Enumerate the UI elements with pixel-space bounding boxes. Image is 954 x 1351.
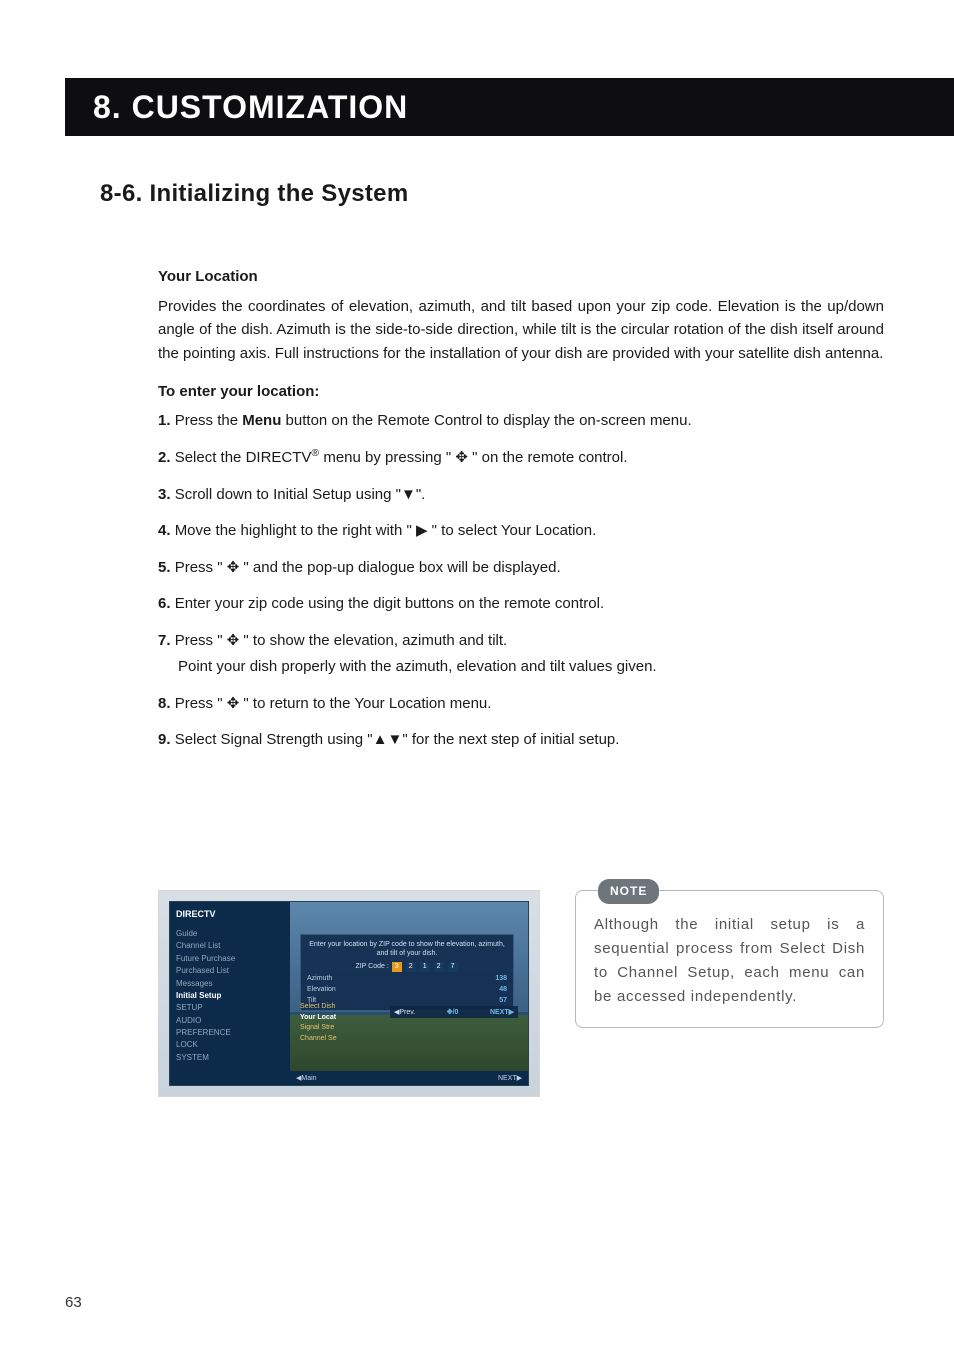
osd-zip-row: ZIP Code : 3 2 1 2 7 [307, 962, 507, 972]
note-text: Although the initial setup is a sequenti… [594, 916, 865, 1005]
osd-side-item: Channel List [176, 940, 284, 952]
section-title: 8-6. Initializing the System [100, 180, 884, 208]
osd-footer: ◀Main NEXT▶ [290, 1071, 528, 1085]
list-item: 8. Press " ✥ " to return to the Your Loc… [158, 693, 884, 716]
osd-zip-digit: 2 [434, 962, 444, 972]
subheading-your-location: Your Location [158, 268, 884, 285]
osd-submenu-item: Select Dish [300, 1002, 390, 1013]
list-item: 4. Move the highlight to the right with … [158, 520, 884, 543]
content-area: 8-6. Initializing the System Your Locati… [100, 180, 884, 766]
osd-side-item: SETUP [176, 1002, 284, 1014]
osd-submenu-item-selected: Your Locat [300, 1013, 390, 1024]
osd-row: Azimuth138 [307, 974, 507, 983]
osd-side-item-selected: Initial Setup [176, 990, 284, 1002]
osd-zip-digit: 2 [406, 962, 416, 972]
chapter-title: 8. CUSTOMIZATION [93, 89, 408, 126]
osd-dialog-text: Enter your location by ZIP code to show … [307, 940, 507, 958]
osd-side-item: PREFERENCE [176, 1027, 284, 1039]
note-box: NOTE Although the initial setup is a seq… [575, 890, 884, 1028]
osd-side-item: SYSTEM [176, 1052, 284, 1064]
document-page: 8. CUSTOMIZATION 8-6. Initializing the S… [0, 0, 954, 1351]
osd-zip-digit: 7 [448, 962, 458, 972]
list-item: 6. Enter your zip code using the digit b… [158, 593, 884, 616]
note-label: NOTE [598, 879, 659, 904]
osd-side-item: Future Purchase [176, 953, 284, 965]
osd-side-item: Guide [176, 928, 284, 940]
lower-row: DIRECTV Guide Channel List Future Purcha… [100, 890, 884, 1097]
list-item: 5. Press " ✥ " and the pop-up dialogue b… [158, 557, 884, 580]
osd-dialog: Enter your location by ZIP code to show … [300, 934, 514, 1011]
osd-side-item: AUDIO [176, 1015, 284, 1027]
osd-side-item: LOCK [176, 1039, 284, 1051]
osd-side-item: Messages [176, 978, 284, 990]
osd-zip-digit: 3 [392, 962, 402, 972]
list-item: 1. Press the Menu button on the Remote C… [158, 410, 884, 433]
list-item: 3. Scroll down to Initial Setup using "▼… [158, 484, 884, 507]
osd-navbar: ◀Prev. ✥/0 NEXT▶ [390, 1006, 518, 1018]
osd-side-item: Purchased List [176, 965, 284, 977]
list-item: 9. Select Signal Strength using "▲▼" for… [158, 729, 884, 752]
osd-sidebar: DIRECTV Guide Channel List Future Purcha… [170, 902, 290, 1085]
chapter-banner: 8. CUSTOMIZATION [65, 78, 954, 136]
list-item: 7. Press " ✥ " to show the elevation, az… [158, 630, 884, 679]
page-number: 63 [65, 1294, 82, 1311]
osd-row: Elevation48 [307, 985, 507, 994]
osd-zip-digit: 1 [420, 962, 430, 972]
subheading-enter-location: To enter your location: [158, 383, 884, 400]
paragraph-your-location: Provides the coordinates of elevation, a… [158, 295, 884, 365]
osd-zip-label: ZIP Code : [355, 963, 388, 970]
osd-submenu-item: Channel Se [300, 1034, 390, 1045]
list-item: 2. Select the DIRECTV® menu by pressing … [158, 446, 884, 470]
steps-list: 1. Press the Menu button on the Remote C… [158, 410, 884, 752]
osd-brand: DIRECTV [176, 908, 284, 922]
osd-main: Enter your location by ZIP code to show … [290, 902, 528, 1085]
osd-submenu: Select Dish Your Locat Signal Stre Chann… [300, 1002, 390, 1044]
osd-submenu-item: Signal Stre [300, 1023, 390, 1034]
figure-osd-screenshot: DIRECTV Guide Channel List Future Purcha… [158, 890, 540, 1097]
osd-frame: DIRECTV Guide Channel List Future Purcha… [169, 901, 529, 1086]
